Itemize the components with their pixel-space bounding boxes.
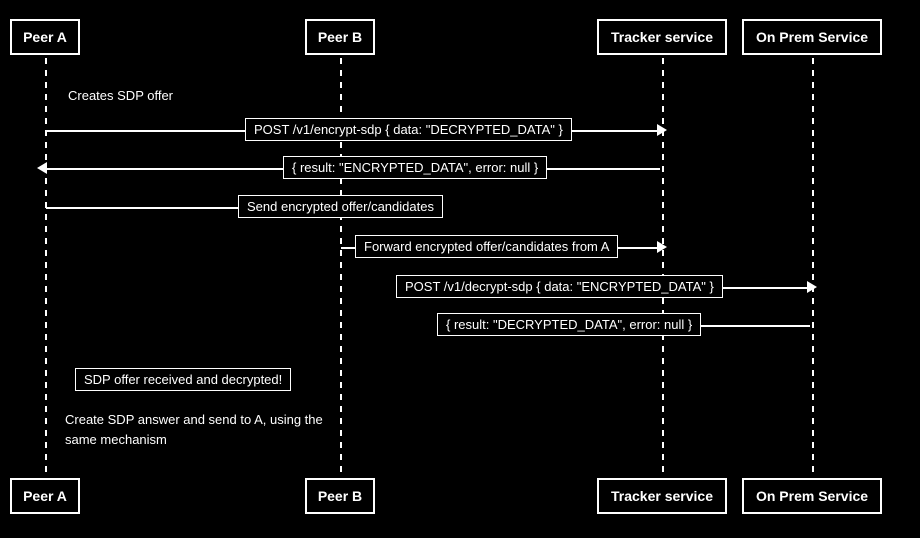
actor-peer-a-bot: Peer A [10,478,80,514]
actor-peer-a-top: Peer A [10,19,80,55]
actor-peer-b-top: Peer B [305,19,375,55]
arrowhead-forward-encrypted [657,241,667,253]
lifeline-peer-a [45,58,47,478]
arrowhead-post-encrypt [657,124,667,136]
label-post-encrypt: POST /v1/encrypt-sdp { data: "DECRYPTED_… [245,118,572,141]
label-result-encrypted: { result: "ENCRYPTED_DATA", error: null … [283,156,547,179]
actor-tracker-top: Tracker service [597,19,727,55]
label-forward-encrypted: Forward encrypted offer/candidates from … [355,235,618,258]
label-result-decrypted: { result: "DECRYPTED_DATA", error: null … [437,313,701,336]
actor-peer-b-bot: Peer B [305,478,375,514]
arrowhead-post-decrypt [807,281,817,293]
lifeline-onprem [812,58,814,478]
label-post-decrypt: POST /v1/decrypt-sdp { data: "ENCRYPTED_… [396,275,723,298]
note-sdp-received: SDP offer received and decrypted! [75,368,291,391]
actor-onprem-top: On Prem Service [742,19,882,55]
lifeline-tracker [662,58,664,478]
actor-tracker-bot: Tracker service [597,478,727,514]
actor-onprem-bot: On Prem Service [742,478,882,514]
label-send-encrypted: Send encrypted offer/candidates [238,195,443,218]
sequence-diagram: Peer A Peer B Tracker service On Prem Se… [0,0,920,538]
note-creates-sdp: Creates SDP offer [68,88,173,103]
arrowhead-result-encrypted [37,162,47,174]
note-create-answer: Create SDP answer and send to A, using t… [65,410,330,449]
